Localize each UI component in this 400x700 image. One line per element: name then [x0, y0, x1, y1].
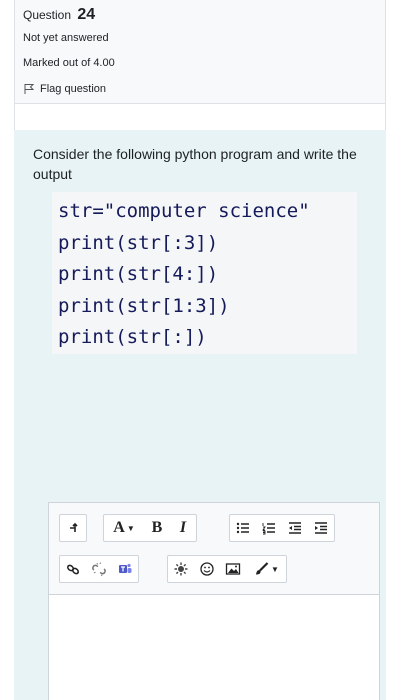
record-media-button[interactable]: ▼: [246, 556, 286, 582]
code-line: print(str[:]): [58, 326, 207, 348]
ordered-list-button[interactable]: [256, 515, 282, 541]
ordered-list-icon: [262, 523, 275, 535]
italic-label: I: [179, 519, 187, 536]
marks-info: Marked out of 4.00: [23, 57, 115, 69]
special-character-icon: [174, 562, 188, 576]
answer-textarea[interactable]: [49, 595, 379, 700]
chevron-down-icon: ▼: [126, 523, 135, 533]
smiley-icon: [200, 562, 214, 576]
font-style-label: A: [113, 519, 125, 536]
code-block: str="computer science" print(str[:3]) pr…: [52, 192, 357, 354]
question-label: Question: [23, 8, 72, 22]
flag-icon: [24, 83, 35, 94]
toolbar-toggle-button[interactable]: [60, 515, 86, 541]
unlink-icon: [92, 562, 106, 577]
outdent-button[interactable]: [282, 515, 308, 541]
teams-meeting-button[interactable]: [112, 556, 138, 582]
unordered-list-icon: [236, 522, 249, 534]
bold-button[interactable]: B: [144, 515, 170, 541]
expand-toolbar-icon: [70, 522, 78, 532]
image-icon: [225, 563, 241, 575]
toolbar-group-style: A ▼ B I: [103, 514, 197, 542]
paintbrush-icon: [256, 562, 269, 575]
outdent-icon: [289, 522, 301, 534]
question-number: Question 24: [23, 4, 377, 26]
indent-icon: [315, 522, 327, 534]
answer-status: Not yet answered: [23, 32, 109, 44]
question-formulation: Consider the following python program an…: [14, 130, 386, 700]
unlink-button[interactable]: [86, 556, 112, 582]
link-button[interactable]: [60, 556, 86, 582]
italic-button[interactable]: I: [170, 515, 196, 541]
answer-editor: A ▼ B I ▼: [48, 502, 380, 700]
emoticon-button[interactable]: [194, 556, 220, 582]
code-line: print(str[:3]): [58, 231, 219, 254]
indent-button[interactable]: [308, 515, 334, 541]
toolbar-group-media: ▼: [167, 555, 287, 583]
code-line: print(str[4:]): [58, 263, 219, 285]
toolbar-group-collapse: [59, 514, 87, 542]
editor-toolbar: A ▼ B I ▼: [49, 503, 379, 595]
question-text: Consider the following python program an…: [33, 146, 357, 182]
flag-question-link[interactable]: Flag question: [23, 76, 377, 101]
code-line: print(str[1:3]): [58, 294, 230, 317]
question-separator: [14, 104, 386, 130]
link-icon: [67, 564, 79, 575]
question-info-panel: Question 24 Not yet answered Marked out …: [14, 0, 386, 104]
chevron-down-icon: ▼: [271, 564, 279, 574]
toolbar-group-links: [59, 555, 139, 583]
toolbar-group-lists: [229, 514, 335, 542]
bold-label: B: [151, 519, 163, 536]
special-character-button[interactable]: [168, 556, 194, 582]
code-line: str="computer science": [58, 200, 310, 222]
flag-question-label: Flag question: [40, 82, 107, 95]
question-number-value: 24: [77, 6, 96, 23]
insert-image-button[interactable]: [220, 556, 246, 582]
teams-icon: [119, 563, 132, 573]
font-style-button[interactable]: A ▼: [104, 515, 144, 541]
unordered-list-button[interactable]: [230, 515, 256, 541]
